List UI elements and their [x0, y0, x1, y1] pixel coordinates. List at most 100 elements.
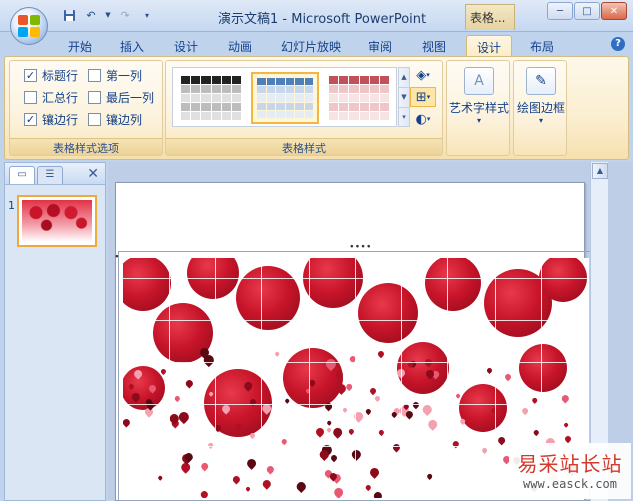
table-grid-line [123, 404, 589, 405]
effects-icon[interactable]: ◐ ▾ [410, 109, 436, 129]
total-row-checkbox[interactable] [24, 91, 37, 104]
mini-table-cell [339, 112, 349, 120]
mini-table-cell [221, 112, 231, 120]
mini-table-cell [201, 103, 211, 111]
undo-icon[interactable]: ↶ [82, 6, 100, 24]
option-last-column[interactable]: 最后一列 [88, 89, 154, 106]
option-total-row[interactable]: 汇总行 [24, 89, 78, 106]
option-first-column[interactable]: 第一列 [88, 67, 142, 84]
tab-design[interactable]: 设计 [166, 35, 206, 56]
mini-table-cell [369, 112, 379, 120]
mini-table-cell [181, 85, 191, 93]
petal-shape [372, 489, 384, 498]
mini-table-cell [359, 76, 369, 84]
petal-shape [368, 387, 378, 396]
mini-table-cell [211, 112, 221, 120]
resize-handle-corner[interactable]: ∙ [114, 252, 120, 262]
table-grid-line [355, 258, 356, 498]
mini-table-cell [339, 85, 349, 93]
banded-rows-checkbox[interactable]: ✓ [24, 113, 37, 126]
tab-table-design[interactable]: 设计 [466, 35, 512, 56]
petal-shape [199, 489, 210, 498]
mini-table-cell [359, 94, 369, 102]
mini-table-cell [349, 85, 359, 93]
tab-home[interactable]: 开始 [60, 35, 100, 56]
mini-table-cell [191, 94, 201, 102]
watermark-url: www.easck.com [523, 477, 617, 491]
option-banded-rows[interactable]: ✓ 镶边行 [24, 111, 78, 128]
mini-table-cell [191, 112, 201, 120]
mini-table-cell [304, 86, 313, 94]
scroll-up-icon[interactable]: ▲ [592, 163, 608, 179]
draw-borders-button[interactable]: ✎ 绘图边框 ▾ [511, 65, 571, 137]
mini-table-cell [329, 76, 339, 84]
petal-shape [325, 420, 333, 427]
mini-table-cell [276, 78, 285, 86]
table-style-options-label: 表格样式选项 [10, 138, 162, 155]
mini-table-cell [276, 94, 285, 102]
mini-table-cell [257, 102, 266, 110]
window-title: 演示文稿1 - Microsoft PowerPoint [218, 12, 427, 27]
petal-shape [173, 394, 181, 402]
tab-slideshow[interactable]: 幻灯片放映 [276, 35, 346, 56]
mini-table-cell [329, 85, 339, 93]
mini-table-cell [285, 94, 294, 102]
petal-shape [331, 486, 346, 498]
close-button[interactable]: ✕ [601, 2, 627, 20]
wordart-styles-button[interactable]: A 艺术字样式 ▾ [449, 65, 509, 137]
petal-shape [485, 366, 493, 374]
gallery-up-icon[interactable]: ▲ [399, 68, 409, 88]
shading-icon[interactable]: ◈ ▾ [410, 65, 436, 85]
mini-table-cell [339, 103, 349, 111]
save-icon[interactable] [60, 6, 78, 24]
banded-columns-checkbox[interactable] [88, 113, 101, 126]
tab-table-layout[interactable]: 布局 [522, 35, 562, 56]
resize-handle-top[interactable]: ∙∙∙∙ [349, 242, 372, 252]
maximize-button[interactable]: □ [574, 2, 600, 20]
redo-icon[interactable]: ↷ [116, 6, 134, 24]
mini-table-cell [295, 86, 304, 94]
petal-shape [561, 393, 571, 404]
office-logo-icon [18, 15, 40, 37]
petal-shape [329, 453, 338, 463]
table-style-swatch[interactable] [177, 72, 245, 124]
office-button[interactable] [10, 7, 48, 45]
mini-table-cell [295, 110, 304, 118]
petal-shape [377, 429, 385, 436]
watermark: 易采站长站 www.easck.com [509, 443, 631, 499]
petal-shape [314, 426, 326, 438]
tab-review[interactable]: 审阅 [360, 35, 400, 56]
minimize-button[interactable]: ─ [547, 2, 573, 20]
tab-view[interactable]: 视图 [414, 35, 454, 56]
mini-table-cell [266, 94, 275, 102]
borders-icon[interactable]: ⊞ ▾ [410, 87, 436, 107]
slides-tab-icon[interactable]: ▭ [9, 166, 35, 184]
mini-table-cell [191, 85, 201, 93]
last-column-checkbox[interactable] [88, 91, 101, 104]
gallery-down-icon[interactable]: ▼ [399, 88, 409, 108]
mini-table-cell [221, 94, 231, 102]
slide-thumbnail[interactable] [17, 195, 97, 247]
rose-shape [459, 384, 507, 432]
customize-qat-icon[interactable]: ▾ [138, 6, 156, 24]
tab-animations[interactable]: 动画 [220, 35, 260, 56]
outline-tab-icon[interactable]: ☰ [37, 166, 63, 184]
header-row-checkbox[interactable]: ✓ [24, 69, 37, 82]
last-column-label: 最后一列 [106, 91, 155, 105]
rose-shape [519, 344, 567, 392]
first-column-checkbox[interactable] [88, 69, 101, 82]
window-controls: ─ □ ✕ [547, 2, 627, 20]
tab-insert[interactable]: 插入 [112, 35, 152, 56]
petal-shape [265, 465, 275, 475]
help-icon[interactable]: ? [611, 37, 625, 51]
wordart-label: 艺术字样式 [449, 101, 510, 115]
option-banded-columns[interactable]: 镶边列 [88, 111, 142, 128]
gallery-more-icon[interactable]: ▾ [399, 108, 409, 127]
table-style-swatch[interactable] [325, 72, 393, 124]
table-tools-context-title: 表格... [465, 4, 515, 30]
table-style-swatch-selected[interactable] [251, 72, 319, 124]
undo-dropdown-icon[interactable]: ▼ [104, 6, 112, 24]
option-header-row[interactable]: ✓ 标题行 [24, 67, 78, 84]
close-panel-icon[interactable]: ✕ [87, 166, 99, 182]
gallery-scrollbar[interactable]: ▲ ▼ ▾ [398, 67, 410, 127]
